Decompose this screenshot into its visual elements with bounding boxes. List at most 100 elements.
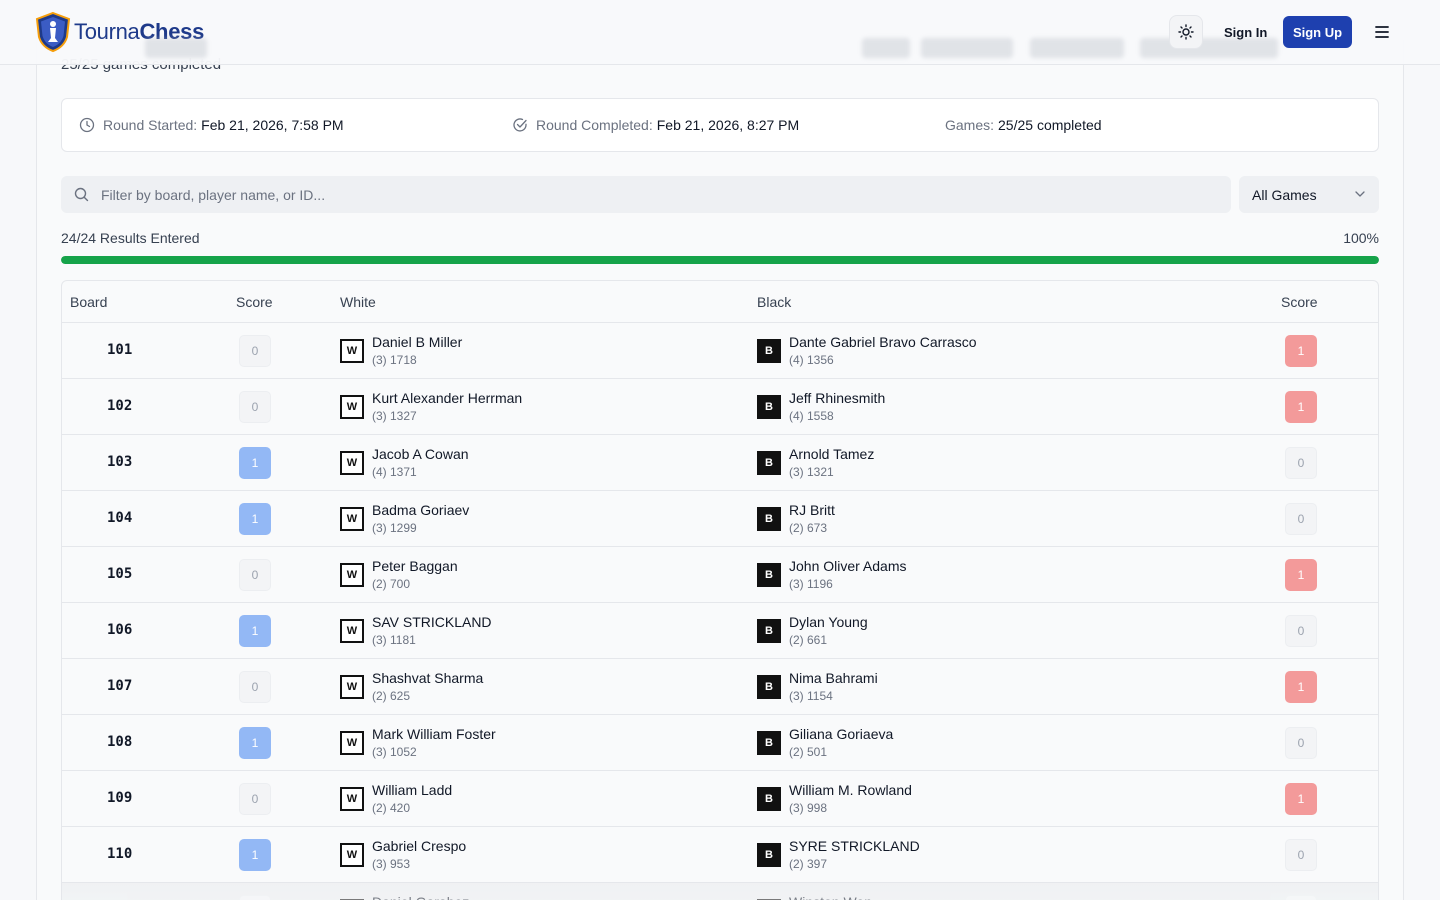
round-info-panel: Round Started: Feb 21, 2026, 7:58 PM Rou… [61, 98, 1379, 152]
black-score-button[interactable]: 1 [1285, 671, 1317, 703]
black-player-name: Dante Gabriel Bravo Carrasco [789, 334, 977, 350]
white-player-rating: (2) 420 [372, 801, 411, 815]
search-icon [74, 187, 89, 202]
black-player-rating: (4) 1356 [789, 353, 834, 367]
games-label: Games: [945, 117, 995, 133]
black-score-button[interactable] [1285, 895, 1317, 900]
black-score-button[interactable]: 0 [1285, 447, 1317, 479]
white-score-button[interactable]: 1 [239, 727, 271, 759]
game-filter-value: All Games [1252, 186, 1317, 203]
board-number: 105 [107, 566, 133, 582]
games-count: Games: 25/25 completed [945, 99, 1102, 151]
black-piece-marker: B [757, 395, 781, 419]
white-piece-marker: W [340, 619, 364, 643]
white-piece-marker: W [340, 507, 364, 531]
theme-toggle-button[interactable] [1169, 15, 1203, 49]
white-player-rating: (3) 1718 [372, 353, 417, 367]
white-player-rating: (2) 700 [372, 577, 411, 591]
black-player-rating: (3) 1154 [789, 689, 833, 703]
table-row[interactable]: 107 0 W Shashvat Sharma (2) 625 B Nima Bahrami… [62, 659, 1378, 715]
black-piece-marker: B [757, 731, 781, 755]
table-row[interactable]: 102 0 W Kurt Alexander Herrman (3) 1327 B Jeff… [62, 379, 1378, 435]
header-black-score: Score [1281, 294, 1318, 310]
white-piece-marker: W [340, 787, 364, 811]
black-score-button[interactable]: 0 [1285, 615, 1317, 647]
table-row[interactable]: 103 1 W Jacob A Cowan (4) 1371 B Arnold Tamez (… [62, 435, 1378, 491]
white-piece-marker: W [340, 339, 364, 363]
game-filter-select[interactable]: All Games [1239, 176, 1379, 213]
header-white: White [340, 294, 376, 310]
hamburger-menu-icon[interactable] [1370, 22, 1394, 42]
shield-logo-icon [35, 11, 71, 53]
sign-in-button[interactable]: Sign In [1214, 16, 1277, 48]
sign-up-button[interactable]: Sign Up [1283, 16, 1352, 48]
black-player-rating: (3) 1196 [789, 577, 833, 591]
white-score-button[interactable]: 0 [239, 783, 271, 815]
black-score-button[interactable]: 0 [1285, 727, 1317, 759]
black-piece-marker: B [757, 563, 781, 587]
black-piece-marker: B [757, 339, 781, 363]
white-score-button[interactable]: 1 [239, 615, 271, 647]
white-score-button[interactable]: 0 [239, 671, 271, 703]
black-score-button[interactable]: 0 [1285, 503, 1317, 535]
table-row[interactable]: WDaniel GarabezBWinston Wen [62, 883, 1378, 900]
table-row[interactable]: 104 1 W Badma Goriaev (3) 1299 B RJ Britt (2) 6… [62, 491, 1378, 547]
black-piece-marker: B [757, 619, 781, 643]
white-player-rating: (3) 953 [372, 857, 411, 871]
white-player-rating: (4) 1371 [372, 465, 417, 479]
blurred-background-text [862, 38, 910, 58]
black-player-name: SYRE STRICKLAND [789, 838, 920, 854]
table-row[interactable]: 101 0 W Daniel B Miller (3) 1718 B Dante Gabri… [62, 323, 1378, 379]
black-piece-marker: B [757, 675, 781, 699]
table-row[interactable]: 109 0 W William Ladd (2) 420 B William M. Rowl… [62, 771, 1378, 827]
white-score-button[interactable] [239, 895, 271, 900]
results-percent: 100% [1343, 230, 1379, 246]
white-score-button[interactable]: 1 [239, 503, 271, 535]
black-piece-marker: B [757, 507, 781, 531]
board-number: 104 [107, 510, 133, 526]
black-score-button[interactable]: 1 [1285, 391, 1317, 423]
white-score-button[interactable]: 1 [239, 839, 271, 871]
black-player-name: Arnold Tamez [789, 446, 875, 462]
black-score-button[interactable]: 1 [1285, 559, 1317, 591]
black-player-name: RJ Britt [789, 502, 835, 518]
black-player-name: Giliana Goriaeva [789, 726, 894, 742]
white-player-name: Peter Baggan [372, 558, 458, 574]
black-player-rating: (3) 998 [789, 801, 828, 815]
black-player-rating: (3) 1321 [789, 465, 834, 479]
black-player-name: Dylan Young [789, 614, 868, 630]
board-number: 107 [107, 678, 133, 694]
table-row[interactable]: 106 1 W SAV STRICKLAND (3) 1181 B Dylan Young (… [62, 603, 1378, 659]
white-score-button[interactable]: 0 [239, 391, 271, 423]
white-player-rating: (3) 1052 [372, 745, 417, 759]
white-piece-marker: W [340, 675, 364, 699]
white-player-name: Kurt Alexander Herrman [372, 390, 523, 406]
top-navigation-bar: TournaChess Sign In Sign Up [0, 0, 1440, 65]
blurred-background-button [921, 38, 1013, 58]
white-player-name: SAV STRICKLAND [372, 614, 492, 630]
black-score-button[interactable]: 0 [1285, 839, 1317, 871]
board-number: 108 [107, 734, 133, 750]
black-player-name: John Oliver Adams [789, 558, 907, 574]
black-player-rating: (2) 673 [789, 521, 828, 535]
black-score-button[interactable]: 1 [1285, 783, 1317, 815]
white-player-name: Mark William Foster [372, 726, 496, 742]
table-row[interactable]: 105 0 W Peter Baggan (2) 700 B John Oliver Ada… [62, 547, 1378, 603]
white-score-button[interactable]: 0 [239, 559, 271, 591]
white-player-name: Badma Goriaev [372, 502, 470, 518]
black-player-name: Winston Wen [789, 894, 872, 900]
results-progress-fill [61, 256, 1379, 264]
white-player-name: Shashvat Sharma [372, 670, 484, 686]
filter-input[interactable] [101, 186, 1101, 203]
white-score-button[interactable]: 1 [239, 447, 271, 479]
white-player-name: Daniel B Miller [372, 334, 463, 350]
table-row[interactable]: 108 1 W Mark William Foster (3) 1052 B Giliana… [62, 715, 1378, 771]
black-player-rating: (2) 397 [789, 857, 828, 871]
white-score-button[interactable]: 0 [239, 335, 271, 367]
black-score-button[interactable]: 1 [1285, 335, 1317, 367]
board-number: 101 [107, 342, 133, 358]
white-player-name: Jacob A Cowan [372, 446, 469, 462]
table-row[interactable]: 110 1 W Gabriel Crespo (3) 953 B SYRE STRICKLA… [62, 827, 1378, 883]
black-piece-marker: B [757, 451, 781, 475]
white-piece-marker: W [340, 451, 364, 475]
